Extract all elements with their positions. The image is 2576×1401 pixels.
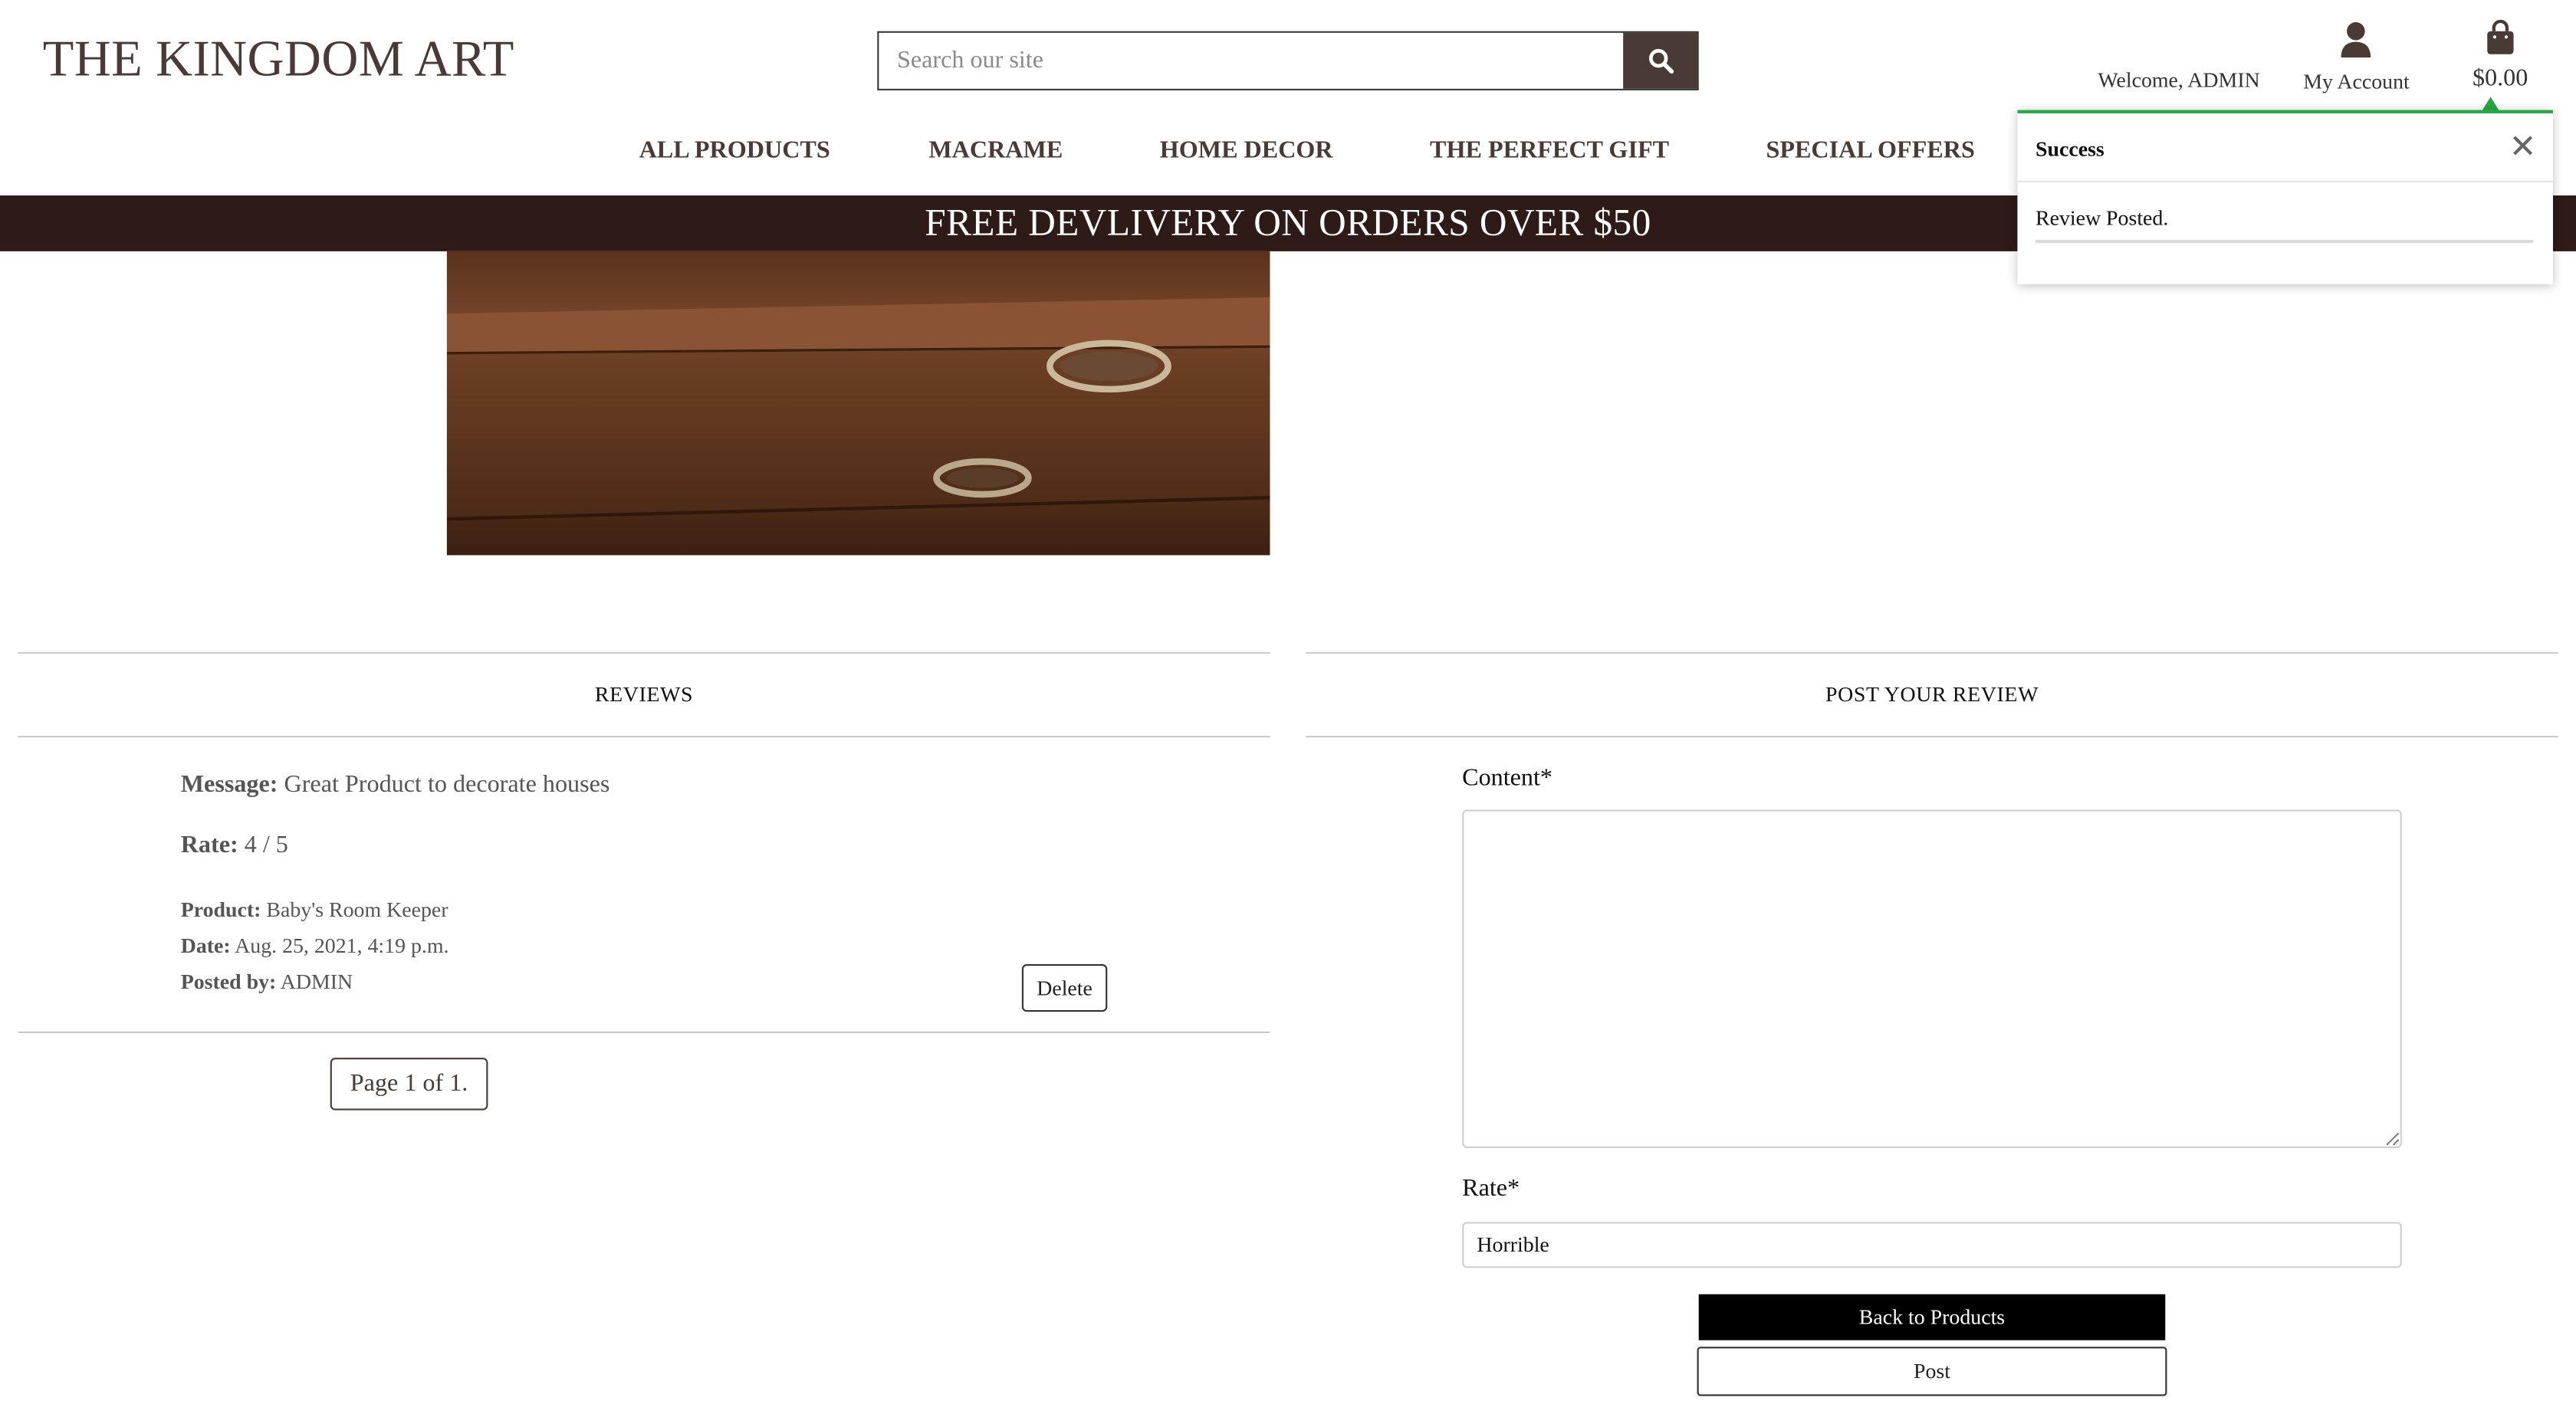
review-posted-by: Posted by: ADMIN	[181, 969, 353, 995]
toast-title: Success	[2036, 136, 2104, 162]
product-image	[446, 251, 1270, 556]
post-review-heading-divider	[1306, 736, 2558, 738]
review-date: Date: Aug. 25, 2021, 4:19 p.m.	[181, 933, 449, 959]
search-bar	[877, 31, 1699, 90]
my-account-link[interactable]: My Account	[2303, 20, 2410, 96]
search-button[interactable]	[1623, 32, 1697, 89]
banner-text: FREE DEVLIVERY ON ORDERS OVER $50	[925, 202, 1651, 244]
cart-total: $0.00	[2472, 65, 2528, 93]
my-account-label: My Account	[2303, 69, 2410, 94]
user-icon	[2341, 21, 2371, 58]
pagination: Page 1 of 1.	[330, 1058, 488, 1111]
nav-macrame[interactable]: MACRAME	[928, 138, 1063, 166]
product-photo	[446, 251, 1270, 556]
review-rate-label: Rate:	[180, 832, 238, 859]
review-message-label: Message:	[180, 772, 278, 799]
search-input[interactable]	[879, 32, 1624, 89]
review-date-value: Aug. 25, 2021, 4:19 p.m.	[235, 933, 449, 958]
toast-arrow	[2482, 97, 2499, 110]
success-toast: Success ✕ Review Posted.	[2017, 110, 2553, 284]
post-review-heading: POST YOUR REVIEW	[1825, 681, 2039, 707]
content-textarea[interactable]	[1462, 809, 2402, 1148]
nav-all-products[interactable]: ALL PRODUCTS	[639, 138, 830, 166]
rate-select[interactable]: Horrible	[1462, 1222, 2402, 1268]
back-to-products-button[interactable]: Back to Products	[1698, 1294, 2166, 1340]
review-product-label: Product:	[180, 897, 261, 922]
shopping-bag-icon	[2487, 19, 2514, 54]
review-product: Product: Baby's Room Keeper	[181, 897, 449, 923]
review-message-text: Great Product to decorate houses	[284, 772, 610, 799]
reviews-heading-divider	[18, 736, 1270, 738]
toast-message: Review Posted.	[2036, 205, 2169, 231]
reviews-top-divider	[18, 651, 1270, 654]
rate-label: Rate*	[1462, 1176, 1520, 1202]
search-icon	[1648, 48, 1674, 74]
review-message: Message: Great Product to decorate house…	[181, 772, 610, 799]
nav-home-decor[interactable]: HOME DECOR	[1160, 138, 1333, 166]
reviews-heading: REVIEWS	[594, 681, 694, 707]
main-nav: ALL PRODUCTS MACRAME HOME DECOR THE PERF…	[639, 138, 1975, 166]
post-review-button[interactable]: Post	[1697, 1347, 2167, 1396]
content-label: Content*	[1462, 765, 1552, 792]
rate-selected-value: Horrible	[1477, 1232, 1549, 1257]
page: THE KINGDOM ART Welcome, ADMIN My Accoun…	[0, 0, 2576, 1401]
site-logo[interactable]: THE KINGDOM ART	[43, 30, 514, 89]
review-product-name: Baby's Room Keeper	[266, 897, 449, 922]
review-posted-by-value: ADMIN	[280, 969, 353, 994]
post-review-top-divider	[1306, 651, 2558, 654]
nav-perfect-gift[interactable]: THE PERFECT GIFT	[1430, 138, 1669, 166]
toast-progress-line	[2036, 239, 2534, 244]
delete-review-button[interactable]: Delete	[1021, 963, 1108, 1012]
review-rate: Rate: 4 / 5	[181, 833, 288, 861]
cart-link[interactable]: $0.00	[2472, 19, 2528, 94]
review-bottom-divider	[18, 1031, 1270, 1033]
welcome-text: Welcome, ADMIN	[2098, 67, 2260, 93]
review-date-label: Date:	[180, 933, 231, 958]
review-rate-value: 4 / 5	[244, 832, 288, 859]
close-icon[interactable]: ✕	[2509, 130, 2537, 162]
nav-special-offers[interactable]: SPECIAL OFFERS	[1766, 138, 1974, 166]
review-posted-by-label: Posted by:	[180, 969, 277, 994]
toast-divider	[2017, 180, 2553, 182]
